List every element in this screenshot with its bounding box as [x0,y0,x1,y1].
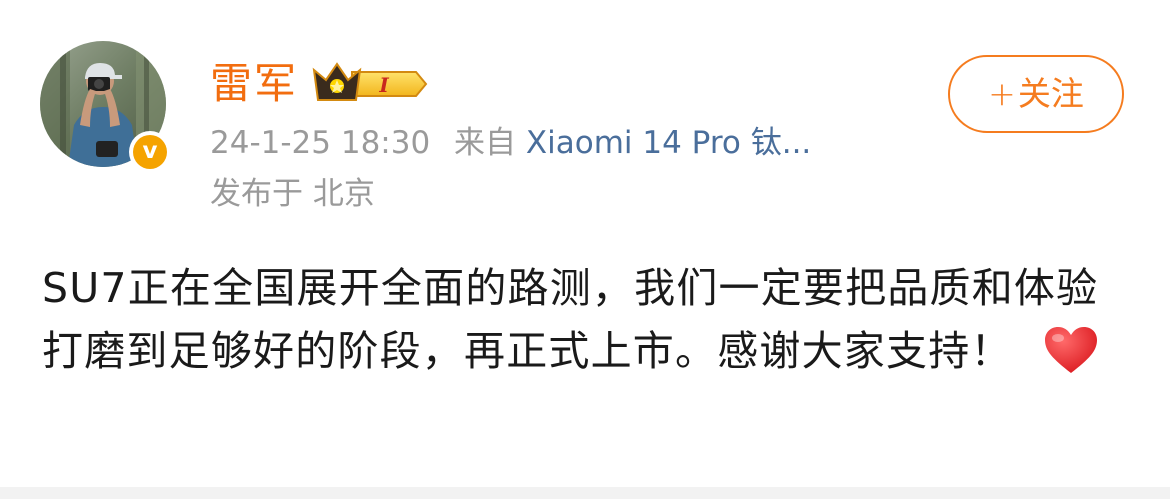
bottom-divider [0,487,1170,499]
source-link[interactable]: Xiaomi 14 Pro 钛... [526,125,811,161]
plus-icon: + [988,74,1016,113]
post-timestamp: 24-1-25 18:30 [210,125,431,161]
post-location: 发布于 北京 [210,176,375,212]
follow-button[interactable]: +关注 [948,55,1124,133]
follow-button-label: 关注 [1017,74,1084,113]
heart-icon [1044,327,1097,373]
post-text: SU7正在全国展开全面的路测，我们一定要把品质和体验打磨到足够好的阶段，再正式上… [42,264,1099,375]
vip-crown-badge[interactable]: I [312,60,430,108]
post-meta: 24-1-25 18:30 来自 Xiaomi 14 Pro 钛... [210,121,811,165]
verified-icon: v [133,135,167,169]
verified-badge: v [129,131,171,173]
source-prefix: 来自 [454,125,517,161]
username[interactable]: 雷军 [210,58,298,110]
crown-icon: I [312,62,428,101]
vip-level: I [378,73,389,97]
post-body: SU7正在全国展开全面的路测，我们一定要把品质和体验打磨到足够好的阶段，再正式上… [42,257,1132,383]
